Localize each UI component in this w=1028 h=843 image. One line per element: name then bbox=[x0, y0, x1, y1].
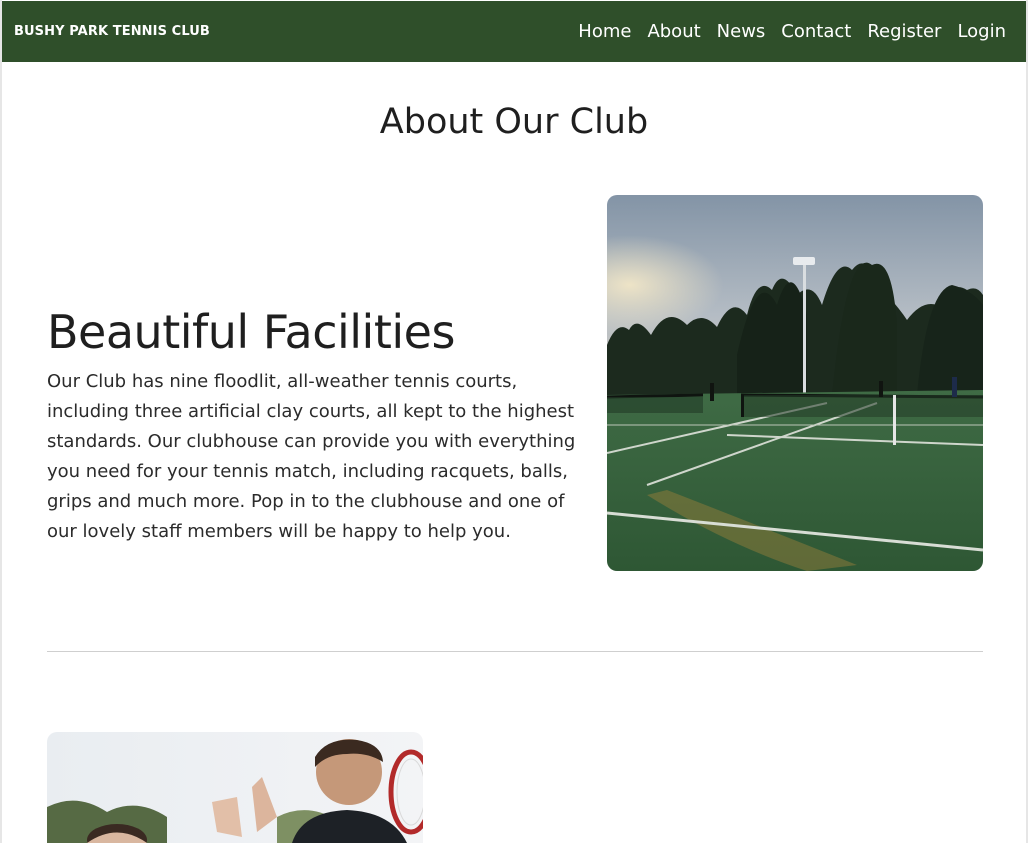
tennis-courts-photo bbox=[607, 195, 983, 571]
brand-logo-link[interactable]: BUSHY PARK TENNIS CLUB bbox=[14, 24, 210, 39]
nav-login-link[interactable]: Login bbox=[957, 21, 1006, 42]
nav-home-link[interactable]: Home bbox=[578, 21, 631, 42]
section-divider bbox=[47, 651, 983, 652]
nav-contact-link[interactable]: Contact bbox=[781, 21, 851, 42]
top-navbar: BUSHY PARK TENNIS CLUB Home About News C… bbox=[2, 1, 1026, 62]
nav-register-link[interactable]: Register bbox=[867, 21, 941, 42]
nav-about-link[interactable]: About bbox=[647, 21, 700, 42]
nav-links: Home About News Contact Register Login bbox=[562, 21, 1006, 42]
nav-news-link[interactable]: News bbox=[717, 21, 766, 42]
page-title: About Our Club bbox=[379, 102, 649, 142]
facilities-description: Our Club has nine floodlit, all-weather … bbox=[47, 371, 576, 542]
players-high-five-photo bbox=[47, 732, 423, 843]
facilities-heading: Beautiful Facilities bbox=[47, 305, 455, 359]
